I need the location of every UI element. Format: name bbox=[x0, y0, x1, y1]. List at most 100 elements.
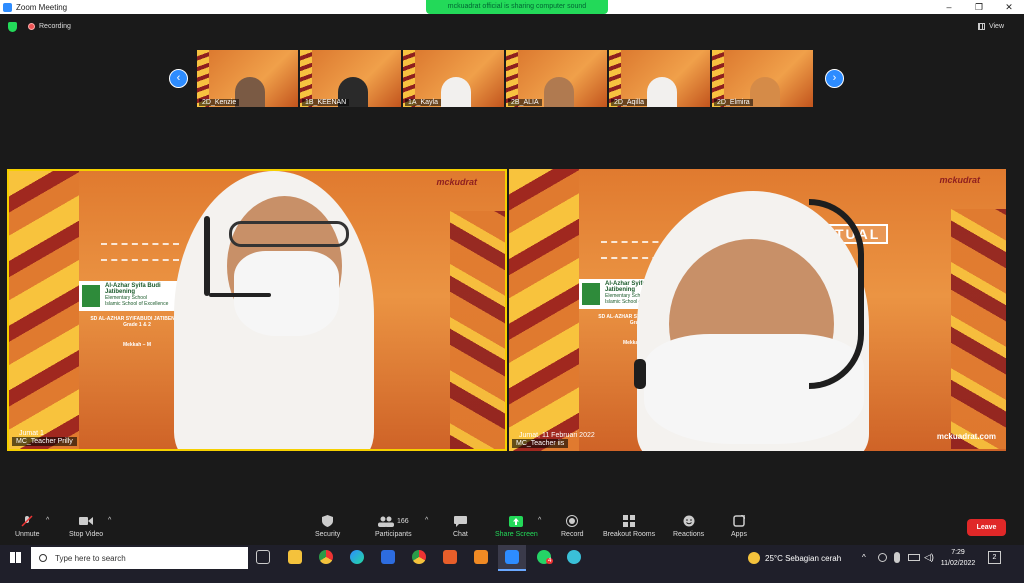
participant-name: 2D_Kenzie bbox=[199, 99, 240, 106]
event-date: Jumat, 11 Februari 2022 bbox=[519, 432, 595, 439]
reactions-button[interactable]: Reactions bbox=[673, 515, 704, 538]
xampp-icon[interactable] bbox=[474, 550, 488, 564]
background-decoration bbox=[450, 211, 505, 449]
browser-app-icon[interactable] bbox=[567, 550, 581, 564]
participants-icon: 166 bbox=[377, 515, 409, 527]
participant-name: 2D_Elmira bbox=[714, 99, 753, 106]
breakout-rooms-label: Breakout Rooms bbox=[603, 531, 656, 538]
headset bbox=[809, 199, 864, 389]
taskbar-search-box[interactable]: Type here to search bbox=[31, 547, 248, 569]
file-explorer-icon[interactable] bbox=[288, 550, 302, 564]
recording-dot-icon bbox=[28, 23, 35, 30]
meet-now-icon[interactable] bbox=[878, 553, 887, 562]
event-date: Jumat 1 bbox=[19, 430, 44, 437]
chat-button[interactable]: Chat bbox=[453, 515, 468, 538]
apps-icon bbox=[733, 515, 745, 527]
share-screen-icon bbox=[509, 515, 524, 527]
glasses bbox=[229, 221, 349, 247]
next-page-button[interactable]: › bbox=[825, 69, 844, 88]
windows-start-icon[interactable] bbox=[10, 552, 21, 563]
security-button[interactable]: Security bbox=[315, 515, 340, 538]
video-camera-icon bbox=[79, 515, 94, 527]
brand-logo: mckudrat bbox=[939, 175, 980, 185]
recording-indicator[interactable]: Recording bbox=[28, 23, 71, 30]
background-decoration bbox=[9, 171, 79, 449]
chrome-icon[interactable] bbox=[319, 550, 333, 564]
weather-widget[interactable]: 25°C Sebagian cerah bbox=[748, 545, 841, 571]
participant-name: 2B_ALIA bbox=[508, 99, 542, 106]
participant-thumbnail[interactable]: 2D_Kenzie bbox=[197, 50, 298, 107]
video-tile[interactable]: mckudrat TUAL Al-Azhar Syifa Budi Jatibe… bbox=[509, 169, 1006, 451]
participants-button[interactable]: 166 Participants bbox=[375, 515, 412, 538]
apps-button[interactable]: Apps bbox=[731, 515, 747, 538]
logo-title: Al-Azhar Syifa Budi Jatibening bbox=[105, 283, 161, 295]
zoom-taskbar-button[interactable] bbox=[498, 545, 526, 571]
headset-mic bbox=[209, 293, 271, 297]
video-tile-active-speaker[interactable]: mckudrat Al-Azhar Syifa Budi Jatibening … bbox=[7, 169, 507, 451]
volume-icon[interactable]: ◁) bbox=[924, 552, 934, 563]
sharing-sound-banner[interactable]: mckuadrat official is sharing computer s… bbox=[426, 0, 608, 14]
participant-video bbox=[235, 77, 265, 107]
smiley-icon bbox=[683, 515, 695, 527]
close-window-button[interactable]: ✕ bbox=[994, 0, 1024, 14]
maximize-button[interactable]: ❐ bbox=[964, 0, 994, 14]
chrome-profile-icon[interactable] bbox=[412, 550, 426, 564]
taskbar-bottom-edge bbox=[0, 571, 1024, 583]
headset bbox=[204, 216, 210, 296]
weather-sun-icon bbox=[748, 552, 760, 564]
participants-caret-icon[interactable]: ^ bbox=[425, 517, 428, 524]
participant-thumbnail[interactable]: 1B_KEENAN bbox=[300, 50, 401, 107]
show-hidden-icons-icon[interactable]: ^ bbox=[862, 553, 866, 562]
clock[interactable]: 7:29 11/02/2022 bbox=[938, 547, 978, 569]
window-controls: – ❐ ✕ bbox=[934, 0, 1024, 14]
breakout-rooms-button[interactable]: Breakout Rooms bbox=[603, 515, 655, 538]
video-options-caret-icon[interactable]: ^ bbox=[108, 517, 111, 524]
apps-label: Apps bbox=[731, 531, 747, 538]
audio-options-caret-icon[interactable]: ^ bbox=[46, 517, 49, 524]
office-app-icon[interactable] bbox=[443, 550, 457, 564]
weather-text: 25°C Sebagian cerah bbox=[765, 553, 842, 563]
encryption-shield-icon[interactable] bbox=[8, 22, 17, 32]
clock-date: 11/02/2022 bbox=[940, 560, 976, 567]
participant-name: 1B_KEENAN bbox=[302, 99, 350, 106]
participant-thumbnail[interactable]: 2D_Elmira bbox=[712, 50, 813, 107]
view-button[interactable]: View bbox=[977, 23, 1004, 30]
minimize-button[interactable]: – bbox=[934, 0, 964, 14]
leave-meeting-button[interactable]: Leave bbox=[967, 519, 1006, 536]
background-decoration bbox=[509, 169, 579, 451]
unmute-label: Unmute bbox=[15, 531, 40, 538]
participant-video bbox=[544, 77, 574, 107]
share-screen-button[interactable]: Share Screen bbox=[495, 515, 538, 538]
microphone-tray-icon[interactable] bbox=[894, 552, 900, 563]
mail-icon[interactable] bbox=[381, 550, 395, 564]
participant-thumbnail[interactable]: 1A_Kayla bbox=[403, 50, 504, 107]
share-options-caret-icon[interactable]: ^ bbox=[538, 517, 541, 524]
record-icon bbox=[566, 515, 579, 527]
unmute-button[interactable]: Unmute bbox=[15, 515, 40, 538]
whatsapp-badge: 4 bbox=[546, 558, 554, 564]
record-label: Record bbox=[561, 531, 584, 538]
clock-time: 7:29 bbox=[951, 549, 965, 556]
record-button[interactable]: Record bbox=[561, 515, 584, 538]
headset-earcup bbox=[634, 359, 646, 389]
shield-icon bbox=[322, 515, 334, 527]
participant-thumbnail[interactable]: 2B_ALIA bbox=[506, 50, 607, 107]
reactions-label: Reactions bbox=[673, 531, 705, 538]
background-decoration bbox=[951, 209, 1006, 449]
task-view-icon[interactable] bbox=[256, 550, 270, 564]
participant-thumbnail[interactable]: 2D_Aqilla bbox=[609, 50, 710, 107]
participants-label: Participants bbox=[375, 531, 412, 538]
windows-taskbar: Type here to search 4 25°C Sebagian cera… bbox=[0, 545, 1024, 571]
prev-page-button[interactable]: ‹ bbox=[169, 69, 188, 88]
participant-video bbox=[441, 77, 471, 107]
stop-video-button[interactable]: Stop Video bbox=[69, 515, 103, 538]
chat-bubble-icon bbox=[453, 515, 467, 527]
battery-icon[interactable] bbox=[908, 554, 920, 561]
edge-icon[interactable] bbox=[350, 550, 364, 564]
muted-microphone-icon bbox=[21, 515, 33, 527]
notifications-icon[interactable]: 2 bbox=[988, 551, 1001, 564]
chat-label: Chat bbox=[453, 531, 468, 538]
window-title: Zoom Meeting bbox=[16, 2, 68, 12]
search-icon bbox=[39, 554, 47, 562]
participant-name-label: MC_Teacher iis bbox=[512, 439, 569, 448]
